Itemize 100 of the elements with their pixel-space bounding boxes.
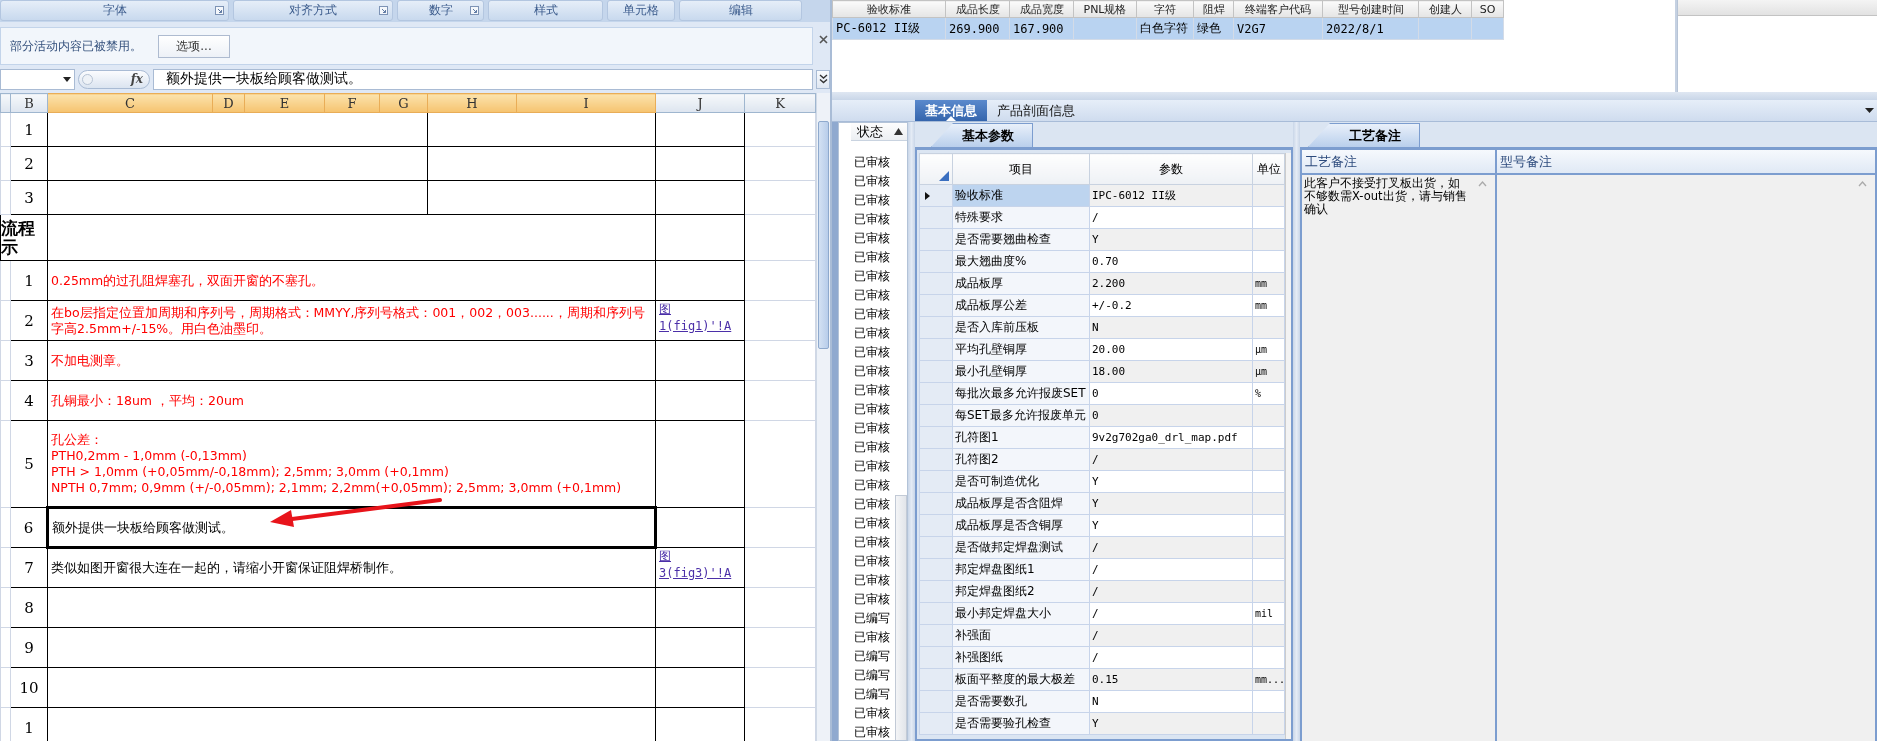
status-item[interactable]: 已审核 bbox=[854, 495, 890, 514]
column-header[interactable]: 成品宽度 bbox=[1009, 0, 1074, 18]
section-tab[interactable]: 工艺备注 bbox=[1308, 123, 1420, 147]
scroll-up-icon[interactable] bbox=[1478, 181, 1487, 187]
close-icon[interactable] bbox=[819, 34, 828, 44]
expand-button[interactable] bbox=[816, 69, 830, 89]
status-item[interactable]: 已审核 bbox=[854, 343, 890, 362]
column-header[interactable]: 单位 bbox=[1252, 153, 1285, 185]
column-header[interactable]: B bbox=[10, 93, 48, 113]
column-header[interactable]: C bbox=[47, 93, 213, 113]
table-cell: / bbox=[1089, 448, 1253, 471]
column-header[interactable]: 参数 bbox=[1089, 153, 1253, 185]
table-cell: / bbox=[1089, 206, 1253, 229]
status-item[interactable]: 已审核 bbox=[854, 305, 890, 324]
status-item[interactable]: 已审核 bbox=[854, 324, 890, 343]
column-header[interactable]: 终端客户代码 bbox=[1233, 0, 1323, 18]
options-button[interactable]: 选项... bbox=[158, 34, 230, 58]
status-item[interactable]: 已审核 bbox=[854, 476, 890, 495]
ribbon-group-label[interactable]: 单元格 bbox=[607, 0, 675, 21]
ribbon-group-label[interactable]: 字体 bbox=[0, 0, 229, 21]
column-header[interactable]: 工艺备注 bbox=[1302, 150, 1495, 175]
status-item[interactable]: 已审核 bbox=[854, 514, 890, 533]
status-item[interactable]: 已审核 bbox=[854, 723, 890, 740]
table-cell: 验收标准 bbox=[952, 184, 1090, 207]
status-item[interactable]: 已审核 bbox=[854, 533, 890, 552]
status-item[interactable]: 已编写 bbox=[854, 647, 890, 666]
text-area[interactable]: 此客户不接受打叉板出货，如不够数需X-out出货，请与销售确认 bbox=[1302, 175, 1495, 741]
column-header[interactable]: G bbox=[379, 93, 428, 113]
scroll-up-icon[interactable] bbox=[1858, 181, 1867, 187]
status-item[interactable]: 已审核 bbox=[854, 628, 890, 647]
dialog-launcher-icon[interactable] bbox=[379, 6, 388, 15]
row-number: 1 bbox=[10, 112, 48, 147]
section-tab[interactable]: 基本参数 bbox=[931, 123, 1033, 147]
status-item[interactable]: 已审核 bbox=[854, 419, 890, 438]
dialog-launcher-icon[interactable] bbox=[215, 6, 224, 15]
status-item[interactable]: 已审核 bbox=[854, 438, 890, 457]
ribbon-group-label[interactable]: 对齐方式 bbox=[233, 0, 393, 21]
column-header[interactable]: E bbox=[244, 93, 325, 113]
splitter-bar[interactable] bbox=[1293, 122, 1300, 741]
column-header[interactable]: K bbox=[744, 93, 816, 113]
dropdown-arrow-icon[interactable] bbox=[63, 76, 71, 83]
column-header[interactable]: 项目 bbox=[952, 153, 1090, 185]
ribbon-group-label[interactable]: 数字 bbox=[397, 0, 484, 21]
status-item[interactable]: 已审核 bbox=[854, 362, 890, 381]
status-item[interactable]: 已审核 bbox=[854, 590, 890, 609]
column-header[interactable]: 型号创建时间 bbox=[1322, 0, 1419, 18]
tab[interactable]: 产品剖面信息 bbox=[987, 100, 1085, 121]
column-header[interactable]: SO bbox=[1471, 0, 1504, 18]
row-number: 3 bbox=[10, 340, 48, 381]
status-item[interactable]: 已编写 bbox=[854, 609, 890, 628]
table-cell: 167.900 bbox=[1009, 17, 1074, 40]
message-text: 部分活动内容已被禁用。 bbox=[10, 37, 142, 55]
scrollbar-thumb[interactable] bbox=[818, 121, 829, 349]
table-cell: / bbox=[1089, 558, 1253, 581]
column-header[interactable]: 型号备注 bbox=[1497, 150, 1875, 175]
status-item[interactable]: 已审核 bbox=[854, 704, 890, 723]
dropdown-arrow-icon[interactable] bbox=[1865, 108, 1874, 114]
table-cell: 是否做邦定焊盘测试 bbox=[952, 536, 1090, 559]
status-item[interactable]: 已审核 bbox=[854, 457, 890, 476]
status-item[interactable]: 已审核 bbox=[854, 191, 890, 210]
ribbon-group-label[interactable]: 样式 bbox=[488, 0, 603, 21]
header-label: 状态 bbox=[857, 123, 883, 141]
column-header[interactable]: 阻焊 bbox=[1193, 0, 1234, 18]
column-header[interactable]: 状态 bbox=[851, 123, 907, 141]
column-header[interactable]: 创建人 bbox=[1418, 0, 1472, 18]
status-item[interactable]: 已审核 bbox=[854, 400, 890, 419]
status-item[interactable]: 已审核 bbox=[854, 248, 890, 267]
formula-field[interactable]: 额外提供一块板给顾客做测试。 bbox=[153, 68, 813, 90]
table-cell: Y bbox=[1089, 492, 1253, 515]
column-header[interactable]: H bbox=[427, 93, 517, 113]
table-cell: Y bbox=[1089, 712, 1253, 735]
status-item[interactable]: 已审核 bbox=[854, 172, 890, 191]
status-item[interactable]: 已审核 bbox=[854, 210, 890, 229]
column-header[interactable]: D bbox=[212, 93, 245, 113]
status-item[interactable]: 已审核 bbox=[854, 153, 890, 172]
status-item[interactable]: 已审核 bbox=[854, 286, 890, 305]
ribbon-group-label[interactable]: 编辑 bbox=[679, 0, 802, 21]
dialog-launcher-icon[interactable] bbox=[470, 6, 479, 15]
table-cell: 是否可制造优化 bbox=[952, 470, 1090, 493]
status-item[interactable]: 已审核 bbox=[854, 267, 890, 286]
column-header[interactable]: 成品长度 bbox=[945, 0, 1010, 18]
splitter-bar[interactable] bbox=[908, 122, 915, 741]
column-header[interactable]: 字符 bbox=[1136, 0, 1194, 18]
table-cell: 孔符图1 bbox=[952, 426, 1090, 449]
column-header[interactable]: PNL规格 bbox=[1073, 0, 1137, 18]
scrollbar-thumb[interactable] bbox=[895, 495, 907, 740]
column-header[interactable]: I bbox=[516, 93, 656, 113]
status-item[interactable]: 已编写 bbox=[854, 685, 890, 704]
status-item[interactable]: 已审核 bbox=[854, 571, 890, 590]
insert-function-button[interactable]: fx bbox=[130, 72, 143, 86]
status-item[interactable]: 已审核 bbox=[854, 381, 890, 400]
column-header[interactable]: J bbox=[655, 93, 745, 113]
table-cell: μm bbox=[1252, 338, 1285, 361]
table-cell: 0 bbox=[1089, 382, 1253, 405]
status-item[interactable]: 已审核 bbox=[854, 552, 890, 571]
column-header[interactable]: F bbox=[324, 93, 380, 113]
tab[interactable]: 基本信息 bbox=[915, 100, 987, 121]
status-item[interactable]: 已编写 bbox=[854, 666, 890, 685]
status-item[interactable]: 已审核 bbox=[854, 229, 890, 248]
column-header[interactable]: 验收标准 bbox=[832, 0, 946, 18]
